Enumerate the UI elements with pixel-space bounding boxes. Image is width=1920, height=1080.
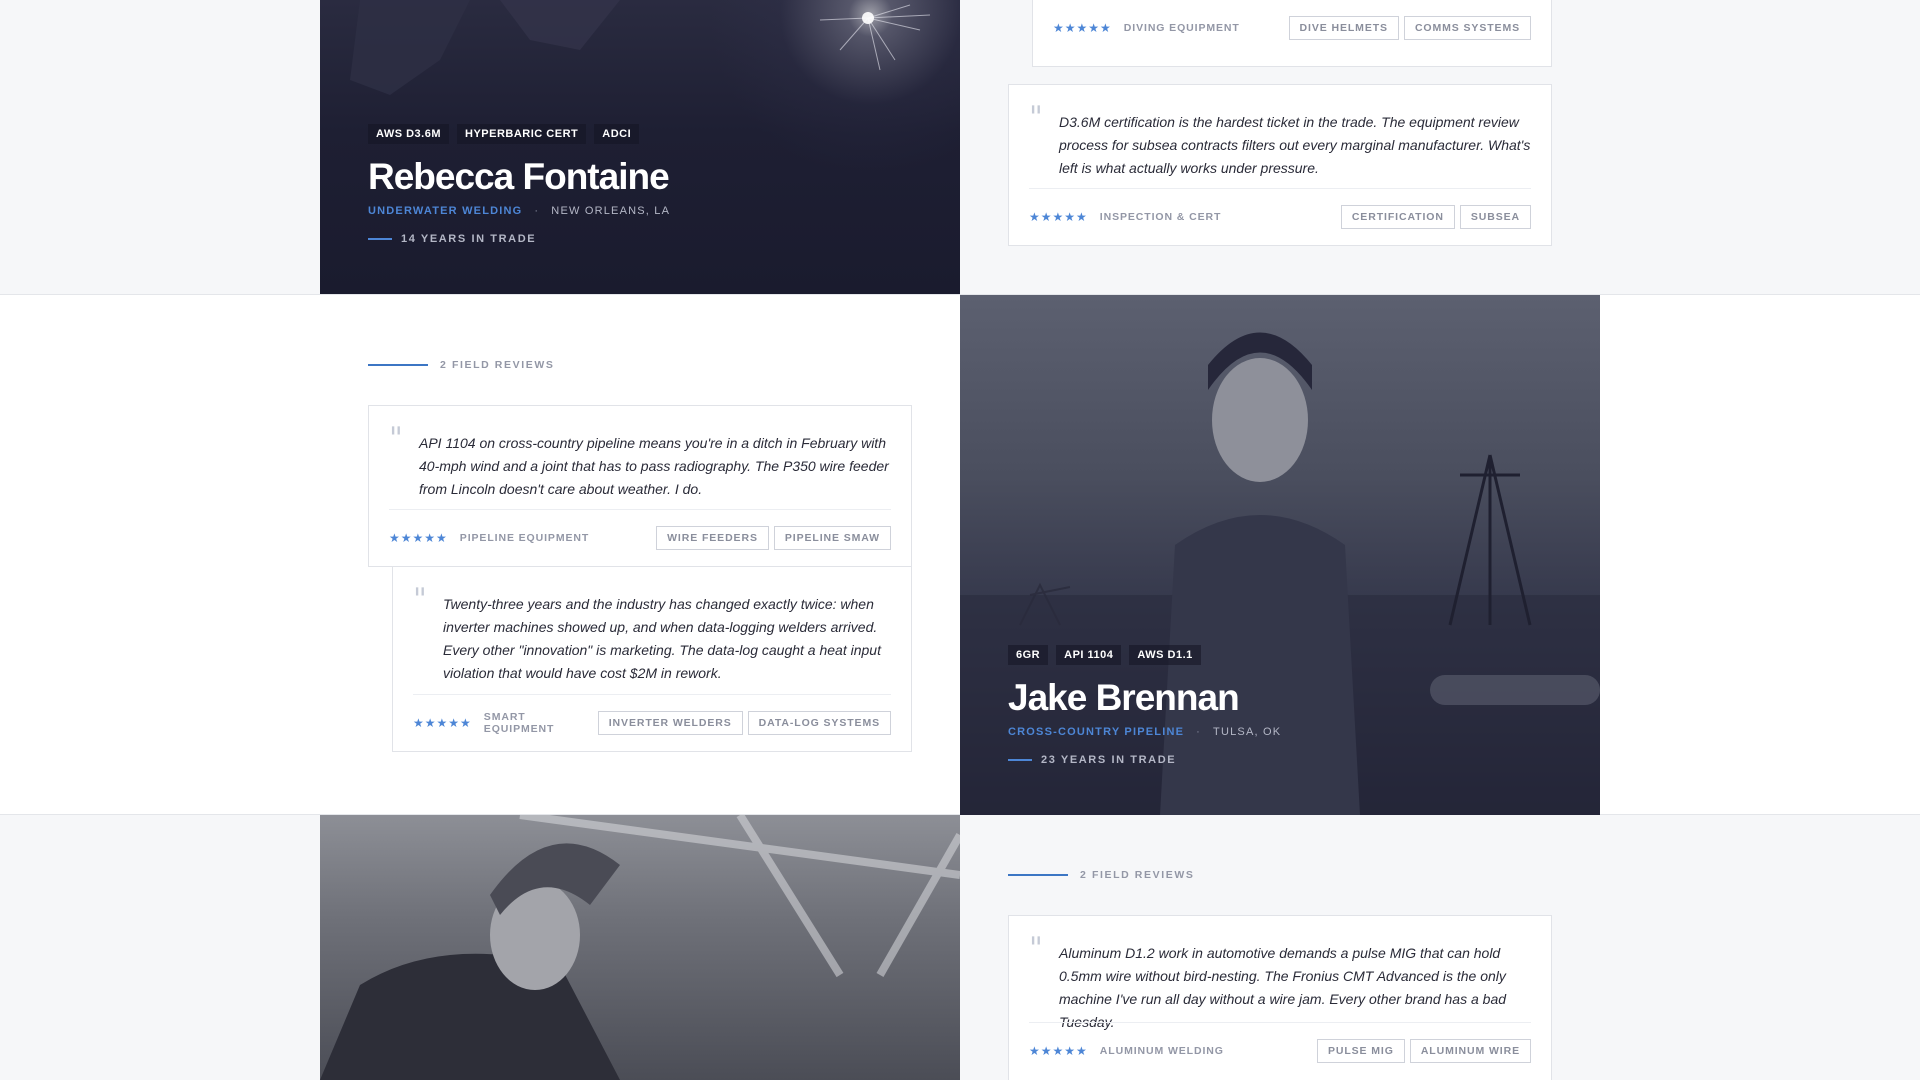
- reviews-header: 2 FIELD REVIEWS: [1008, 869, 1194, 881]
- years-in-trade: 23 YEARS IN TRADE: [1041, 753, 1177, 766]
- rating-stars: ★★★★★: [1029, 1044, 1088, 1058]
- profile-specialty[interactable]: UNDERWATER WELDING: [368, 205, 522, 217]
- meta-separator: ·: [534, 204, 540, 217]
- rating-stars: ★★★★★: [1053, 21, 1112, 35]
- review-footer: ★★★★★ INSPECTION & CERT CERTIFICATION SU…: [1029, 188, 1531, 245]
- rating-stars: ★★★★★: [413, 716, 472, 730]
- profile-meta: CROSS-COUNTRY PIPELINE · TULSA, OK: [1008, 726, 1281, 738]
- review-footer: ★★★★★ SMART EQUIPMENT INVERTER WELDERS D…: [413, 694, 891, 751]
- cert-badge: ADCI: [594, 124, 640, 144]
- profile-band-next: [0, 815, 1920, 1080]
- review-category: PIPELINE EQUIPMENT: [459, 532, 590, 544]
- factory-welder-illustration: [320, 815, 960, 1080]
- review-category: ALUMINUM WELDING: [1099, 1045, 1224, 1057]
- review-card: " API 1104 on cross-country pipeline mea…: [368, 405, 912, 567]
- profile-band-rebecca: [0, 0, 1920, 295]
- quote-mark-icon: ": [413, 582, 427, 617]
- review-tags: INVERTER WELDERS DATA-LOG SYSTEMS: [597, 711, 891, 735]
- profile-years: 14 YEARS IN TRADE: [368, 233, 670, 245]
- profile-location: TULSA, OK: [1213, 725, 1282, 738]
- profile-meta: UNDERWATER WELDING · NEW ORLEANS, LA: [368, 205, 670, 217]
- rating-stars: ★★★★★: [1029, 210, 1088, 224]
- review-quote: Twenty-three years and the industry has …: [443, 596, 881, 681]
- tag-chip[interactable]: CERTIFICATION: [1340, 205, 1455, 229]
- review-card: " Aluminum D1.2 work in automotive deman…: [1008, 915, 1552, 1080]
- quote-mark-icon: ": [1029, 931, 1043, 966]
- tag-chip[interactable]: ALUMINUM WIRE: [1409, 1039, 1531, 1063]
- tag-chip[interactable]: PULSE MIG: [1316, 1039, 1405, 1063]
- reviews-header: 2 FIELD REVIEWS: [368, 359, 554, 371]
- years-in-trade: 14 YEARS IN TRADE: [401, 232, 537, 245]
- profile-name: Rebecca Fontaine: [368, 156, 670, 197]
- review-quote: API 1104 on cross-country pipeline means…: [419, 435, 889, 497]
- profile-years: 23 YEARS IN TRADE: [1008, 754, 1281, 766]
- review-category: DIVING EQUIPMENT: [1123, 22, 1240, 34]
- cert-badge: HYPERBARIC CERT: [457, 124, 587, 144]
- cert-badges: 6GR API 1104 AWS D1.1: [1008, 645, 1281, 665]
- review-card: " D3.6M certification is the hardest tic…: [1008, 84, 1552, 246]
- profile-location: NEW ORLEANS, LA: [551, 204, 671, 217]
- tag-chip[interactable]: COMMS SYSTEMS: [1403, 16, 1531, 40]
- cert-badge: 6GR: [1008, 645, 1049, 665]
- tag-chip[interactable]: WIRE FEEDERS: [656, 526, 769, 550]
- review-category: INSPECTION & CERT: [1099, 211, 1222, 223]
- review-tags: DIVE HELMETS COMMS SYSTEMS: [1288, 16, 1531, 40]
- review-footer: ★★★★★ ALUMINUM WELDING PULSE MIG ALUMINU…: [1029, 1022, 1531, 1079]
- meta-separator: ·: [1196, 725, 1202, 738]
- reviews-count: 2 FIELD REVIEWS: [440, 359, 555, 371]
- review-footer: ★★★★★ PIPELINE EQUIPMENT WIRE FEEDERS PI…: [389, 509, 891, 566]
- tag-chip[interactable]: INVERTER WELDERS: [597, 711, 743, 735]
- quote-mark-icon: ": [1029, 100, 1043, 135]
- rebecca-profile: AWS D3.6M HYPERBARIC CERT ADCI Rebecca F…: [368, 124, 670, 245]
- review-card: " Twenty-three years and the industry ha…: [392, 566, 912, 752]
- tag-chip[interactable]: SUBSEA: [1459, 205, 1531, 229]
- review-footer: ★★★★★ DIVING EQUIPMENT DIVE HELMETS COMM…: [1053, 0, 1531, 56]
- jake-profile: 6GR API 1104 AWS D1.1 Jake Brennan CROSS…: [1008, 645, 1281, 766]
- tag-chip[interactable]: PIPELINE SMAW: [773, 526, 891, 550]
- review-tags: CERTIFICATION SUBSEA: [1340, 205, 1531, 229]
- review-tags: WIRE FEEDERS PIPELINE SMAW: [656, 526, 891, 550]
- reviews-count: 2 FIELD REVIEWS: [1080, 869, 1195, 881]
- review-category: SMART EQUIPMENT: [483, 711, 555, 735]
- tag-chip[interactable]: DATA-LOG SYSTEMS: [747, 711, 891, 735]
- review-tags: PULSE MIG ALUMINUM WIRE: [1316, 1039, 1531, 1063]
- accent-line: [1008, 874, 1068, 876]
- cert-badge: API 1104: [1056, 645, 1122, 665]
- cert-badges: AWS D3.6M HYPERBARIC CERT ADCI: [368, 124, 670, 144]
- quote-mark-icon: ": [389, 421, 403, 456]
- accent-line: [1008, 758, 1032, 761]
- accent-line: [368, 364, 428, 366]
- cert-badge: AWS D1.1: [1129, 645, 1201, 665]
- cert-badge: AWS D3.6M: [368, 124, 450, 144]
- accent-line: [368, 237, 392, 240]
- review-quote: D3.6M certification is the hardest ticke…: [1059, 114, 1531, 176]
- review-quote: Aluminum D1.2 work in automotive demands…: [1059, 945, 1507, 1030]
- profile-specialty[interactable]: CROSS-COUNTRY PIPELINE: [1008, 726, 1184, 738]
- rating-stars: ★★★★★: [389, 531, 448, 545]
- review-card: ★★★★★ DIVING EQUIPMENT DIVE HELMETS COMM…: [1032, 0, 1552, 67]
- profile-name: Jake Brennan: [1008, 677, 1240, 718]
- welder-photo: [320, 815, 960, 1080]
- tag-chip[interactable]: DIVE HELMETS: [1288, 16, 1399, 40]
